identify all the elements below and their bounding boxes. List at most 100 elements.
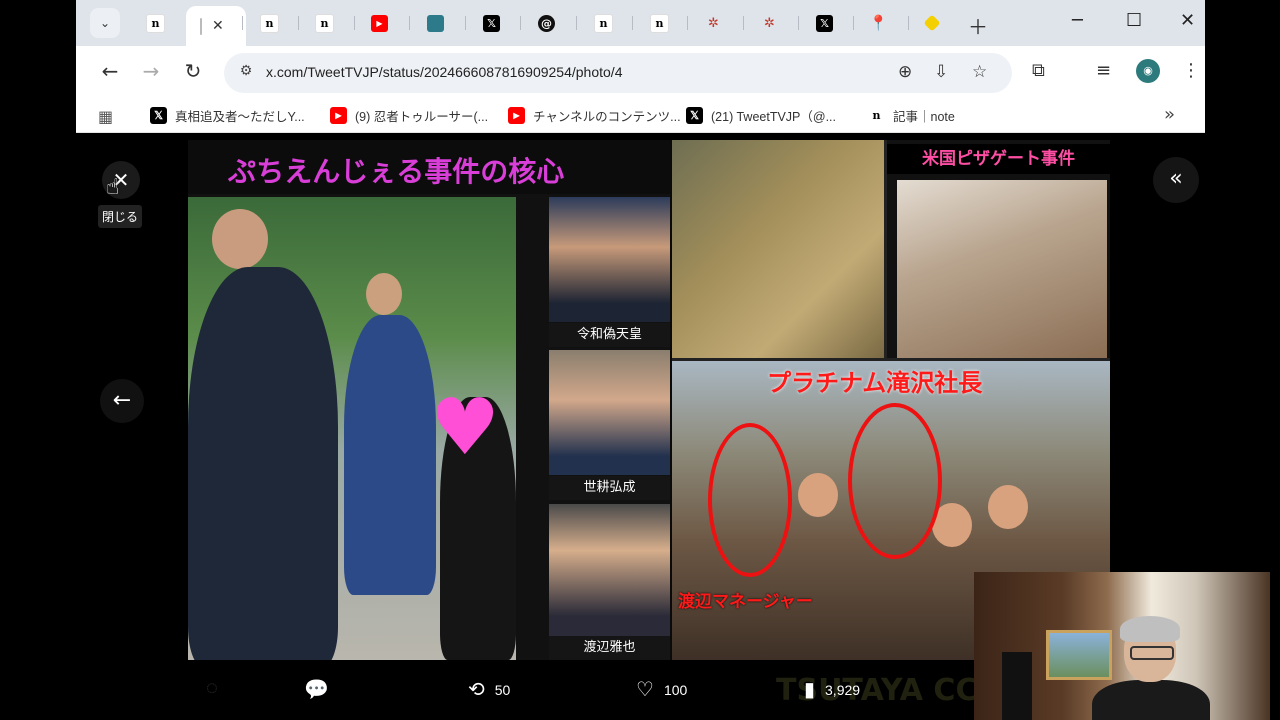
collage-title-bar: ぷちえんじぇる事件の核心 (188, 140, 670, 194)
person-head (366, 273, 402, 315)
diamond-icon (923, 14, 941, 32)
tab-6[interactable] (413, 6, 467, 40)
collage-photo-top-right: 米国ピザゲート事件 (887, 140, 1110, 358)
close-window-button[interactable]: ✕ (1180, 10, 1195, 31)
presenter-glasses (1130, 646, 1174, 660)
bookmark-1[interactable]: 𝕏 真相追及者～ただしY... (150, 106, 305, 125)
presenter-body (1092, 680, 1210, 720)
face-panel-1: 令和偽天皇 (549, 197, 670, 347)
tab-13[interactable]: 𝕏 (802, 6, 856, 40)
face-label: 渡辺雅也 (549, 636, 670, 660)
back-button[interactable]: ← (96, 59, 124, 83)
bookmark-4[interactable]: 𝕏 (21) TweetTVJP（@... (686, 106, 836, 125)
face-label: 令和偽天皇 (549, 323, 670, 347)
tab-separator (908, 16, 909, 30)
blurred-face (988, 485, 1028, 529)
pointer-cursor-icon: ☝ (106, 175, 120, 200)
like-button[interactable]: ♡ 100 (636, 677, 687, 702)
views-button[interactable]: ▮ 3,929 (804, 677, 860, 702)
previous-photo-button[interactable]: ← (100, 379, 144, 423)
face-panel-2: 世耕弘成 (549, 350, 670, 500)
tab-strip: ⌄ n ✕ n n ▶ 𝕏 @ n n ✲ ✲ 𝕏 📍 ＋ ─ ☐ ✕ (76, 0, 1205, 46)
x-icon: 𝕏 (483, 14, 500, 32)
menu-icon[interactable]: ⋮ (1182, 60, 1200, 81)
webcam-overlay (974, 572, 1270, 720)
media-control-icon[interactable]: ≡ (1096, 60, 1111, 81)
manager-label: 渡辺マネージャー (678, 592, 813, 612)
youtube-icon: ▶ (330, 107, 347, 124)
highlight-circle (708, 423, 792, 577)
maximize-button[interactable]: ☐ (1126, 10, 1142, 31)
close-tab-icon[interactable]: ✕ (212, 18, 224, 34)
tab-search-button[interactable]: ⌄ (90, 8, 120, 38)
bookmark-label: チャンネルのコンテンツ... (533, 110, 681, 124)
site-info-icon[interactable]: ⚙ (236, 63, 256, 83)
face-photo (549, 350, 670, 475)
pizzagate-photo (897, 180, 1107, 358)
reload-button[interactable]: ↻ (179, 59, 207, 83)
tab-separator (798, 16, 799, 30)
tab-9[interactable]: n (580, 6, 634, 40)
browser-toolbar: ← → ↻ ⚙ x.com/TweetTVJP/status/202466608… (76, 46, 1205, 100)
person-suit (188, 267, 338, 660)
forward-button[interactable]: → (137, 59, 165, 83)
tab-12[interactable]: ✲ (747, 6, 801, 40)
tab-1[interactable]: n (132, 6, 186, 40)
bookmark-2[interactable]: ▶ (9) 忍者トゥルーサー(... (330, 106, 488, 125)
tab-14[interactable]: 📍 (856, 6, 910, 40)
bookmark-label: (21) TweetTVJP（@... (711, 110, 836, 124)
note-icon: n (650, 13, 669, 33)
loading-icon (200, 17, 202, 35)
pizzagate-title: 米国ピザゲート事件 (887, 144, 1110, 174)
note-icon: n (260, 13, 279, 33)
profile-avatar[interactable]: ◉ (1136, 59, 1160, 83)
youtube-icon: ▶ (371, 14, 388, 32)
highlight-circle (848, 403, 942, 559)
tab-10[interactable]: n (636, 6, 690, 40)
install-icon[interactable]: ⇩ (934, 62, 948, 82)
more-circle-icon: ◌ (206, 677, 218, 699)
minimize-button[interactable]: ─ (1072, 10, 1083, 31)
collage-photo-top-left (672, 140, 884, 358)
extensions-icon[interactable]: ⧉ (1032, 60, 1045, 81)
heart-sticker-icon: ♥ (430, 383, 500, 473)
left-collage: ぷちえんじぇる事件の核心 ♥ 令和偽天皇 世耕弘成 渡辺雅也 (188, 140, 670, 660)
more-bookmarks-icon[interactable]: » (1164, 104, 1175, 125)
presenter-hair (1120, 616, 1180, 642)
more-button[interactable]: ◌ (206, 677, 228, 700)
wall-painting (1046, 630, 1112, 680)
tab-15[interactable] (912, 6, 966, 40)
face-panel-3: 渡辺雅也 (549, 504, 670, 660)
new-tab-button[interactable]: ＋ (968, 11, 988, 40)
zoom-icon[interactable]: ⊕ (898, 62, 912, 82)
bookmark-star-icon[interactable]: ☆ (972, 62, 987, 82)
maps-icon: 📍 (869, 14, 888, 32)
address-bar[interactable]: ⚙ x.com/TweetTVJP/status/202466608781690… (224, 53, 1012, 93)
tab-8[interactable]: @ (524, 6, 578, 40)
threads-icon: @ (538, 14, 555, 32)
views-chart-icon: ▮ (804, 679, 816, 701)
person-head (212, 209, 268, 269)
bookmark-5[interactable]: n 記事｜note (868, 106, 955, 125)
tab-7[interactable]: 𝕏 (469, 6, 523, 40)
dots-icon: ✲ (764, 15, 775, 31)
reply-button[interactable]: 💬 (304, 677, 339, 702)
tab-11[interactable]: ✲ (691, 6, 745, 40)
tweet-image[interactable]: ぷちえんじぇる事件の核心 ♥ 令和偽天皇 世耕弘成 渡辺雅也 米国ピザゲート事件… (188, 140, 1110, 660)
apps-grid-icon[interactable]: ▦ (98, 107, 113, 126)
tab-separator (298, 16, 299, 30)
expand-panel-button[interactable]: « (1153, 157, 1199, 203)
dots-icon: ✲ (708, 15, 719, 31)
tab-separator (520, 16, 521, 30)
face-label: 世耕弘成 (549, 476, 670, 500)
tab-5[interactable]: ▶ (357, 6, 411, 40)
tab-3[interactable]: n (246, 6, 300, 40)
retweet-button[interactable]: ⟲ 50 (468, 677, 510, 702)
url-text[interactable]: x.com/TweetTVJP/status/20246660878169092… (266, 64, 622, 80)
bookmark-3[interactable]: ▶ チャンネルのコンテンツ... (508, 106, 681, 125)
tab-4[interactable]: n (301, 6, 355, 40)
platinum-title: プラチナム滝沢社長 (767, 369, 983, 397)
tab-separator (409, 16, 410, 30)
tab-active[interactable]: ✕ (186, 6, 246, 46)
tab-separator (576, 16, 577, 30)
